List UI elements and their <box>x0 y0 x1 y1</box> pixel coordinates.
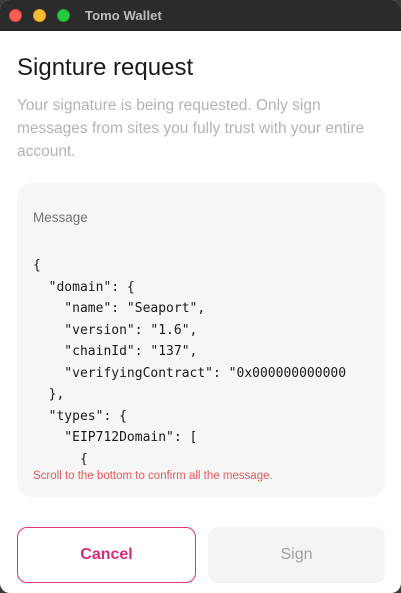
close-window-button[interactable] <box>9 9 22 22</box>
title-bar: Tomo Wallet <box>0 0 401 31</box>
scroll-hint: Scroll to the bottom to confirm all the … <box>33 470 273 482</box>
page-subtitle: Your signature is being requested. Only … <box>17 97 365 160</box>
message-card: Message { "domain": { "name": "Seaport",… <box>17 183 385 497</box>
minimize-window-button[interactable] <box>33 9 46 22</box>
message-scroll-area[interactable]: { "domain": { "name": "Seaport", "versio… <box>33 255 385 465</box>
message-content: { "domain": { "name": "Seaport", "versio… <box>33 258 347 465</box>
message-label: Message <box>33 210 88 225</box>
cancel-button[interactable]: Cancel <box>17 527 196 583</box>
page-title: Signture request <box>17 54 194 81</box>
maximize-window-button[interactable] <box>57 9 70 22</box>
app-title: Tomo Wallet <box>85 8 162 23</box>
sign-button[interactable]: Sign <box>208 527 385 583</box>
wallet-window: Tomo Wallet Signture request Your signat… <box>0 0 401 593</box>
